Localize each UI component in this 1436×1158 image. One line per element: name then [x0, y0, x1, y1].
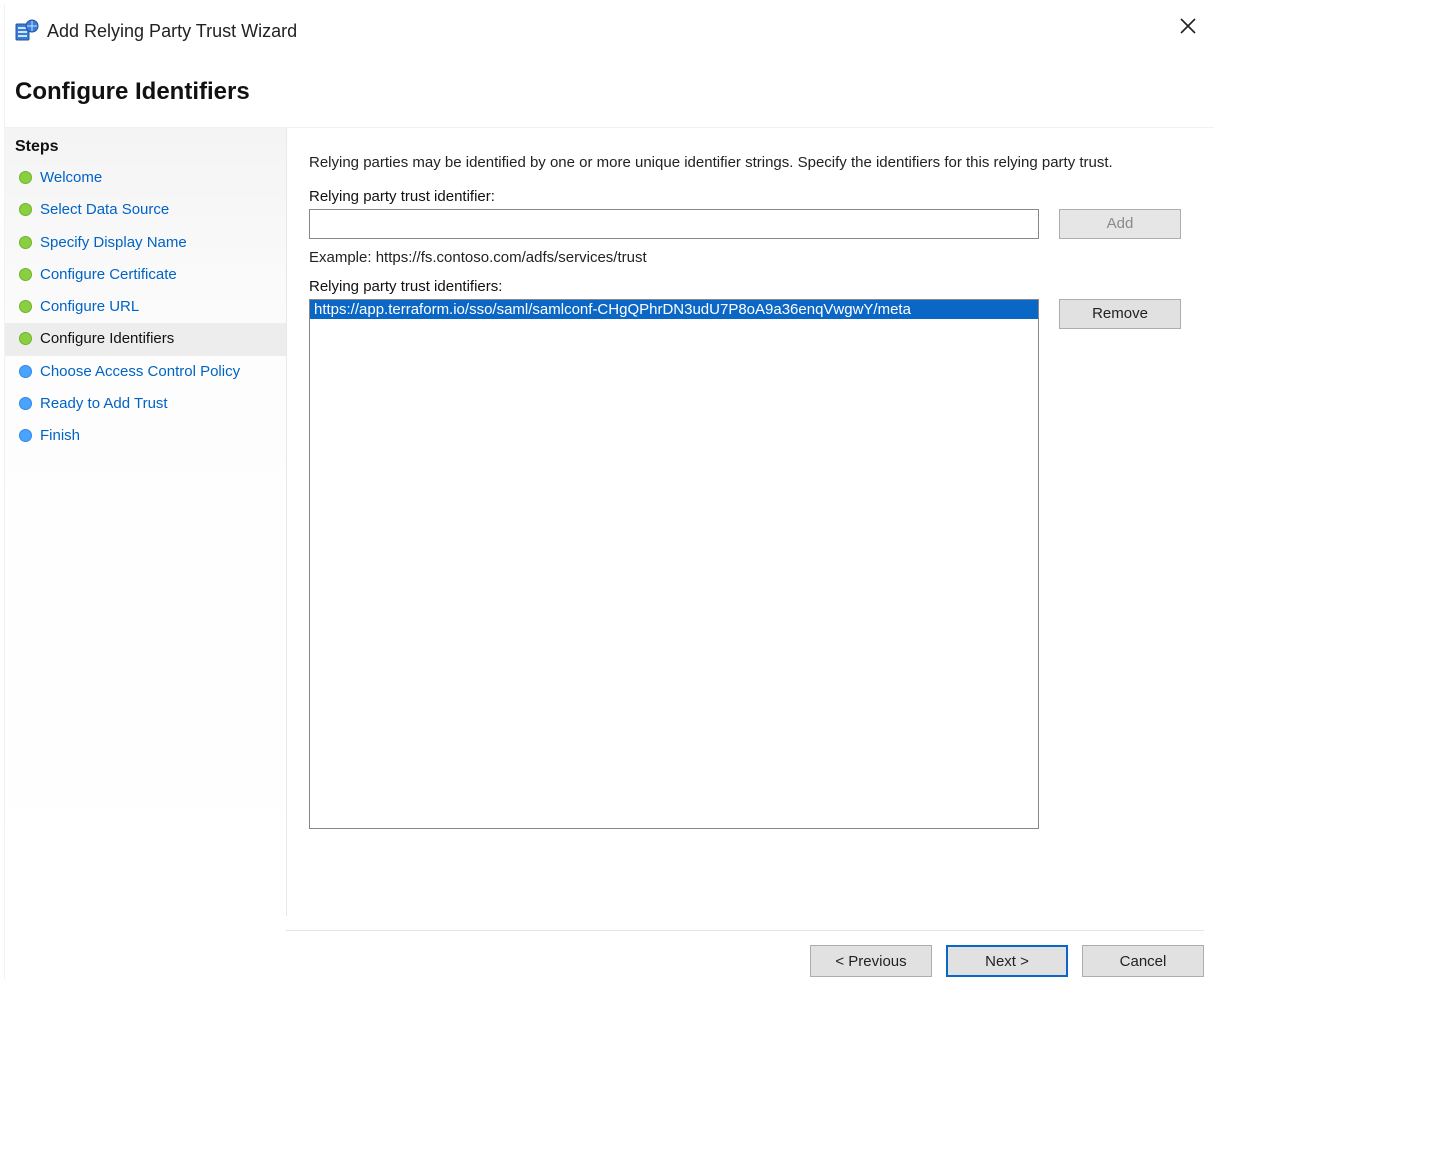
example-text: Example: https://fs.contoso.com/adfs/ser… — [309, 249, 1192, 266]
identifier-input[interactable] — [309, 209, 1039, 239]
step-bullet-icon — [19, 365, 32, 378]
step-bullet-icon — [19, 397, 32, 410]
steps-heading: Steps — [5, 134, 286, 162]
main-pane: Relying parties may be identified by one… — [287, 127, 1214, 916]
step-bullet-icon — [19, 171, 32, 184]
page-heading: Configure Identifiers — [15, 78, 1204, 106]
step-item-6[interactable]: Choose Access Control Policy — [5, 356, 286, 388]
add-button[interactable]: Add — [1059, 209, 1181, 239]
step-label: Welcome — [40, 168, 276, 188]
step-item-5: Configure Identifiers — [5, 323, 286, 355]
step-item-8[interactable]: Finish — [5, 420, 286, 452]
remove-button[interactable]: Remove — [1059, 299, 1181, 329]
wizard-footer: < Previous Next > Cancel — [286, 930, 1204, 977]
step-label: Select Data Source — [40, 200, 276, 220]
step-item-2[interactable]: Specify Display Name — [5, 227, 286, 259]
step-item-1[interactable]: Select Data Source — [5, 194, 286, 226]
window-title: Add Relying Party Trust Wizard — [47, 21, 297, 42]
step-label: Choose Access Control Policy — [40, 362, 276, 382]
step-bullet-icon — [19, 236, 32, 249]
identifier-list-item[interactable]: https://app.terraform.io/sso/saml/samlco… — [310, 300, 1038, 319]
step-label: Specify Display Name — [40, 233, 276, 253]
close-button[interactable] — [1174, 12, 1202, 40]
step-bullet-icon — [19, 203, 32, 216]
description-text: Relying parties may be identified by one… — [309, 152, 1192, 174]
step-item-7[interactable]: Ready to Add Trust — [5, 388, 286, 420]
step-bullet-icon — [19, 429, 32, 442]
step-item-3[interactable]: Configure Certificate — [5, 259, 286, 291]
wizard-icon — [15, 19, 39, 43]
steps-sidebar: Steps Welcome Select Data Source Specify D… — [5, 127, 287, 916]
identifiers-listbox[interactable]: https://app.terraform.io/sso/saml/samlco… — [309, 299, 1039, 829]
step-item-4[interactable]: Configure URL — [5, 291, 286, 323]
step-label: Configure URL — [40, 297, 276, 317]
identifiers-list-label: Relying party trust identifiers: — [309, 278, 1192, 295]
wizard-window: Add Relying Party Trust Wizard Configure… — [4, 4, 1214, 979]
cancel-button[interactable]: Cancel — [1082, 945, 1204, 977]
step-item-0[interactable]: Welcome — [5, 162, 286, 194]
step-label: Configure Certificate — [40, 265, 276, 285]
next-button[interactable]: Next > — [946, 945, 1068, 977]
identifier-input-label: Relying party trust identifier: — [309, 188, 1192, 205]
step-label: Configure Identifiers — [40, 329, 276, 349]
step-bullet-icon — [19, 300, 32, 313]
previous-button[interactable]: < Previous — [810, 945, 932, 977]
step-label: Finish — [40, 426, 276, 446]
step-label: Ready to Add Trust — [40, 394, 276, 414]
step-bullet-icon — [19, 268, 32, 281]
titlebar: Add Relying Party Trust Wizard — [5, 4, 1214, 54]
page-heading-bar: Configure Identifiers — [5, 54, 1214, 126]
step-bullet-icon — [19, 332, 32, 345]
